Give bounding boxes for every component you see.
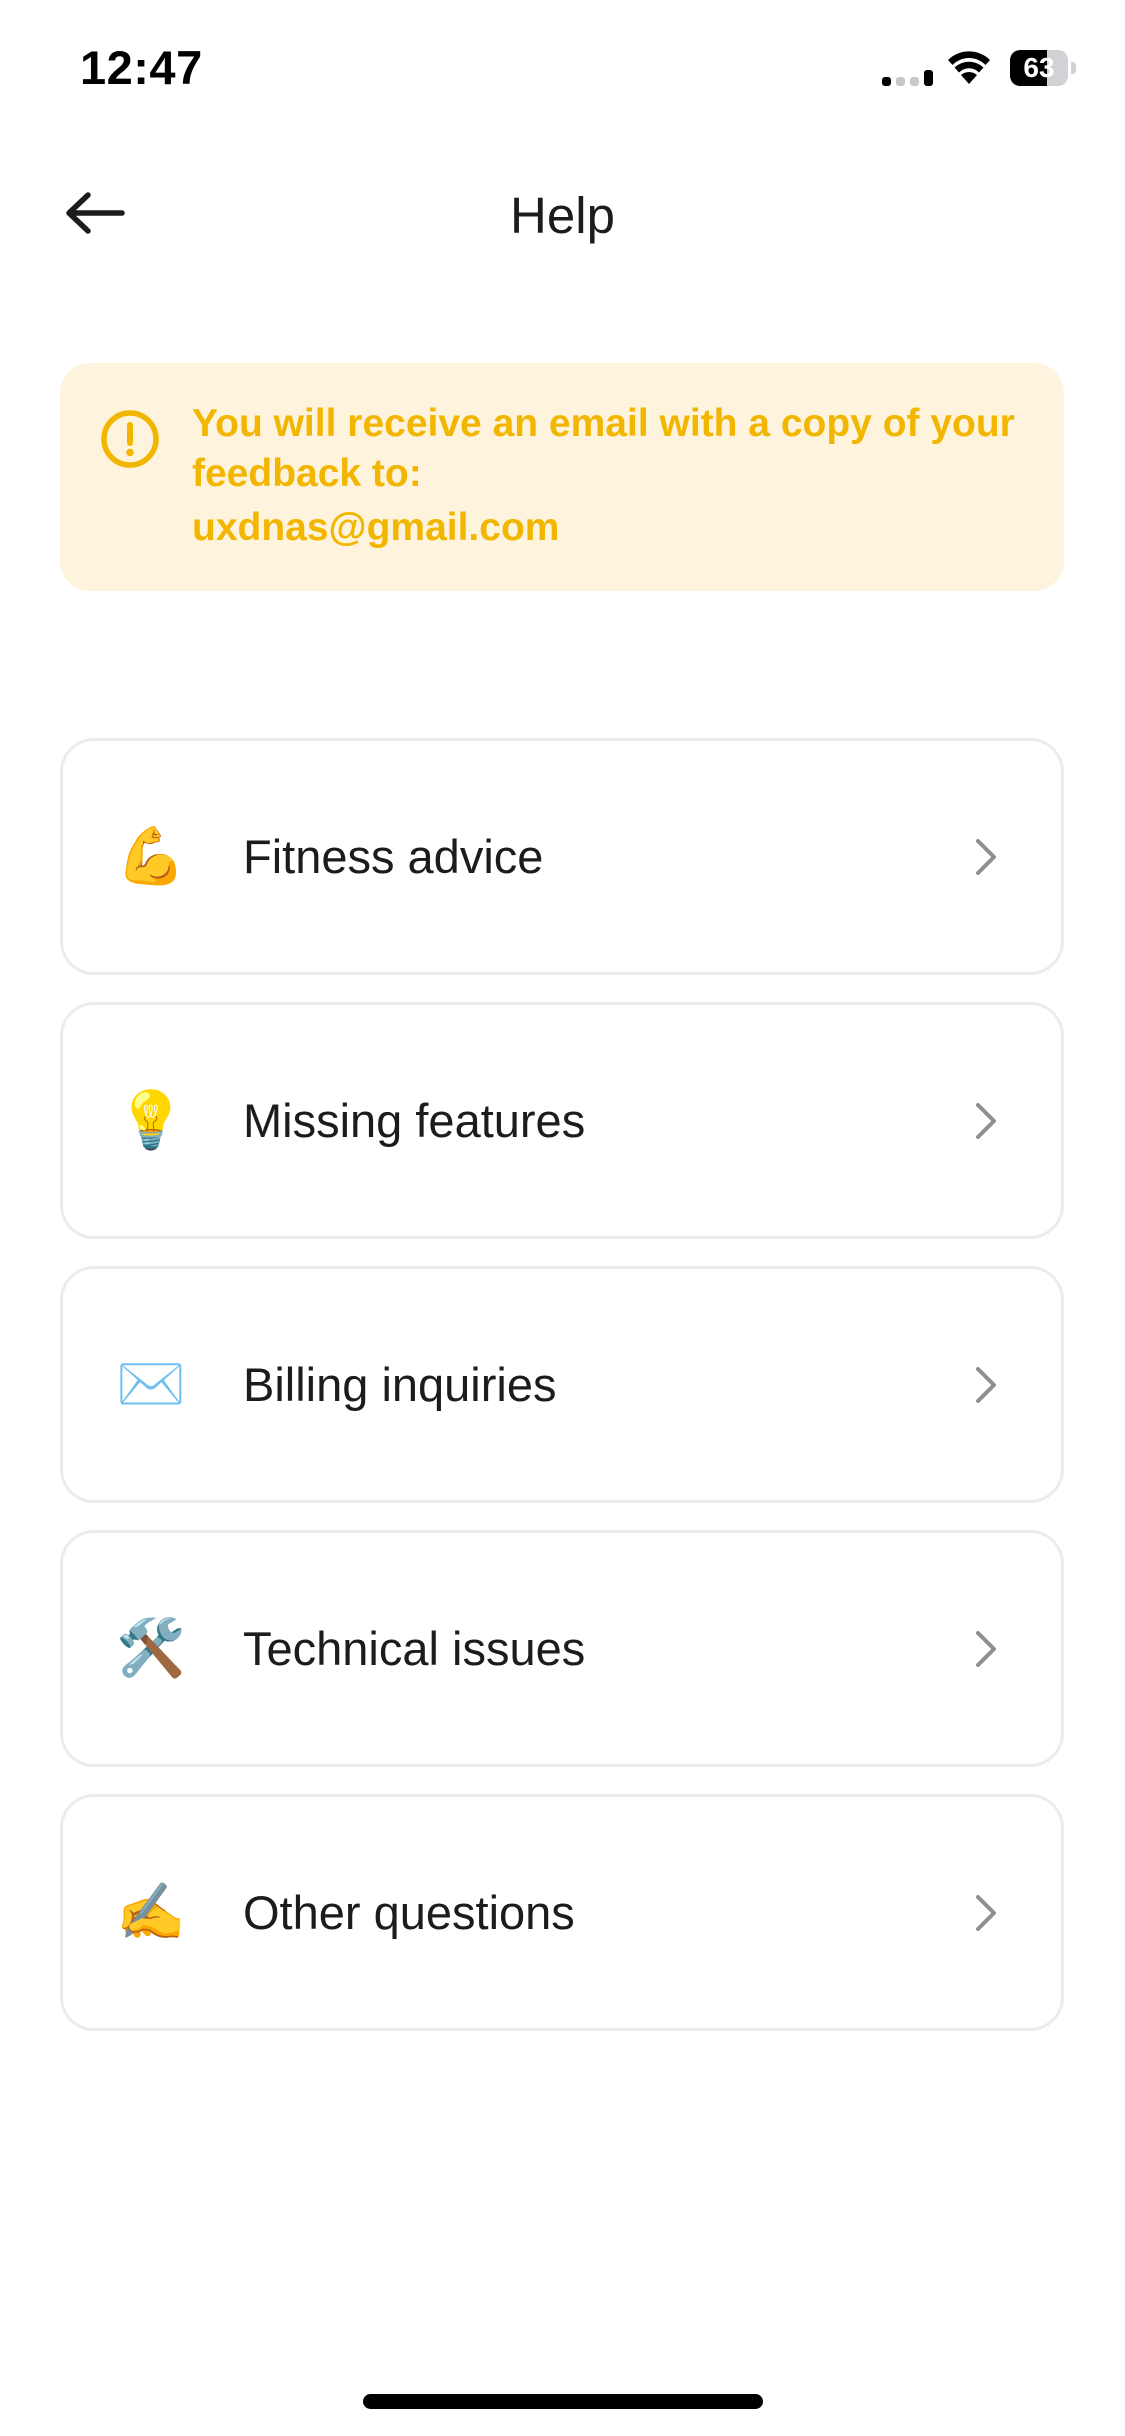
status-bar: 12:47 63 [0, 0, 1125, 140]
help-item-label: Other questions [243, 1886, 575, 1939]
notice-message: You will receive an email with a copy of… [192, 402, 1015, 495]
battery-level: 63 [1023, 52, 1055, 83]
chevron-right-icon [971, 1533, 1001, 1764]
chevron-right-icon [971, 741, 1001, 972]
wifi-icon [948, 51, 990, 84]
help-item-other-questions[interactable]: ✍️ Other questions [60, 1794, 1064, 2031]
help-item-missing-features[interactable]: 💡 Missing features [60, 1002, 1064, 1239]
envelope-icon: ✉️ [116, 1351, 186, 1417]
help-category-list: 💪 Fitness advice 💡 Missing features ✉️ B… [60, 738, 1064, 2058]
battery-icon: 63 [1010, 50, 1076, 86]
cellular-signal-icon [882, 62, 936, 86]
help-item-label: Billing inquiries [243, 1358, 557, 1411]
flexed-biceps-icon: 💪 [116, 823, 186, 889]
status-time: 12:47 [80, 41, 203, 94]
light-bulb-icon: 💡 [116, 1087, 186, 1153]
chevron-right-icon [971, 1005, 1001, 1236]
help-screen: 12:47 63 Help You will receive an email … [0, 0, 1125, 2436]
chevron-right-icon [971, 1797, 1001, 2028]
help-item-label: Missing features [243, 1094, 586, 1147]
help-item-technical-issues[interactable]: 🛠️ Technical issues [60, 1530, 1064, 1767]
navigation-bar: Help [0, 160, 1125, 270]
chevron-right-icon [971, 1269, 1001, 1500]
help-item-label: Fitness advice [243, 830, 544, 883]
hammer-and-wrench-icon: 🛠️ [116, 1615, 186, 1681]
email-notice-banner: You will receive an email with a copy of… [60, 363, 1064, 591]
alert-circle-icon [101, 410, 159, 468]
help-item-label: Technical issues [243, 1622, 586, 1675]
home-indicator[interactable] [363, 2394, 763, 2409]
notice-email: uxdnas@gmail.com [192, 506, 560, 549]
writing-hand-icon: ✍️ [116, 1879, 186, 1945]
help-item-fitness-advice[interactable]: 💪 Fitness advice [60, 738, 1064, 975]
page-title: Help [510, 187, 615, 244]
help-item-billing-inquiries[interactable]: ✉️ Billing inquiries [60, 1266, 1064, 1503]
